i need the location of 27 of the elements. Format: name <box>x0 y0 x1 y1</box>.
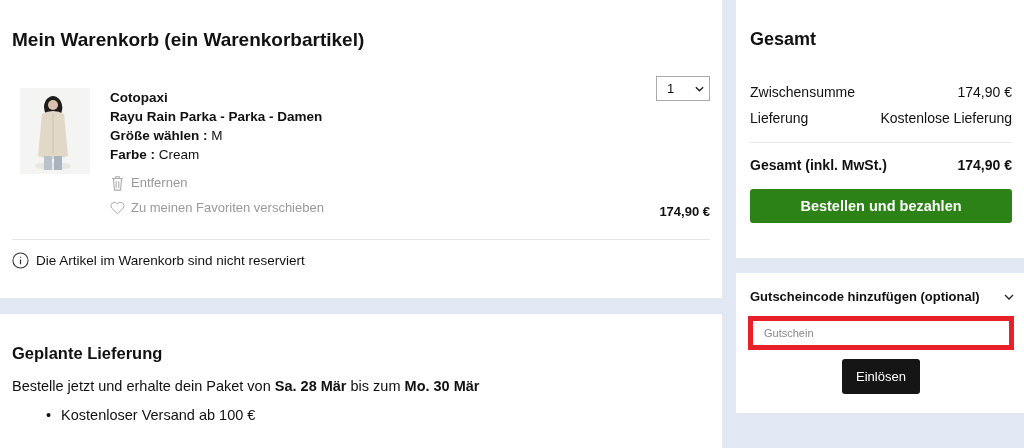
delivery-title: Geplante Lieferung <box>12 344 164 363</box>
heart-icon <box>110 199 125 216</box>
info-icon <box>12 252 29 269</box>
bullet-marker: • <box>46 407 52 423</box>
cart-title: Mein Warenkorb (ein Warenkorbartikel) <box>12 28 366 52</box>
item-price: 174,90 € <box>659 204 710 219</box>
total-label: Gesamt (inkl. MwSt.) <box>750 157 887 173</box>
summary-title: Gesamt <box>750 29 818 50</box>
redeem-button[interactable]: Einlösen <box>842 359 920 394</box>
product-name[interactable]: Rayu Rain Parka - Parka - Damen <box>110 107 656 126</box>
trash-icon <box>110 174 125 191</box>
summary-label: Zwischensumme <box>750 84 856 100</box>
summary-value: 174,90 € <box>957 84 1012 100</box>
voucher-title[interactable]: Gutscheincode hinzufügen (optional) <box>750 289 980 304</box>
chevron-down-icon <box>695 85 704 92</box>
summary-value: Kostenlose Lieferung <box>880 110 1012 126</box>
chevron-down-icon[interactable] <box>1004 293 1014 300</box>
bullet-text: Kostenloser Versand ab 100 € <box>61 407 256 423</box>
brand-name: Cotopaxi <box>110 89 169 107</box>
quantity-select[interactable]: 1 <box>656 76 710 101</box>
notice-text: Die Artikel im Warenkorb sind nicht reserviert <box>36 253 305 268</box>
checkout-button[interactable]: Bestellen und bezahlen <box>750 189 1012 223</box>
product-attribute: Farbe : Cream <box>110 146 201 164</box>
total-value: 174,90 € <box>957 157 1012 173</box>
delivery-text: Bestelle jetzt und erhalte dein Paket von Sa. 28 Mär bis zum Mo. 30 Mär <box>12 378 481 394</box>
summary-label: Lieferung <box>750 110 809 126</box>
product-attribute: Größe wählen : M <box>110 127 224 145</box>
